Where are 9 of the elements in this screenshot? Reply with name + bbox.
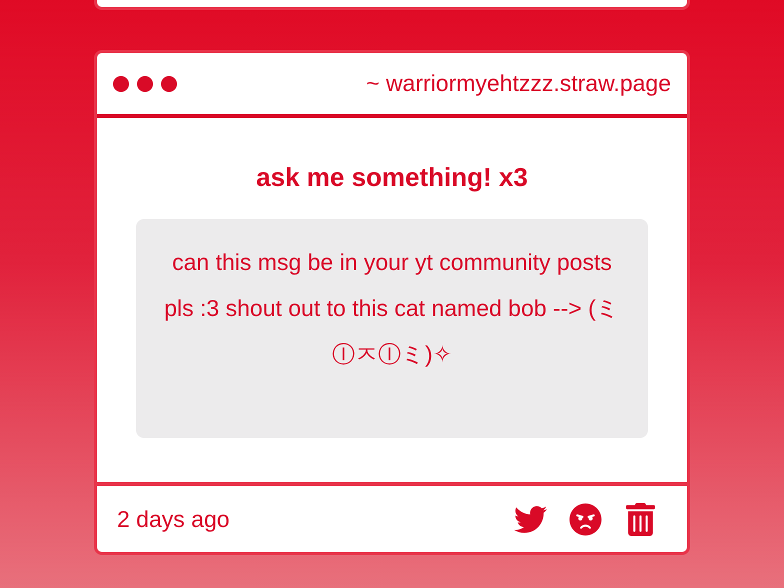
message-text: can this msg be in your yt community posts pls :3 shout out to this cat named bob --> (ミⒾㅈⒾミ)✧ <box>136 219 648 438</box>
angry-face-icon[interactable] <box>569 502 602 536</box>
post-time: 2 days ago <box>117 506 230 532</box>
trash-icon[interactable] <box>624 502 657 536</box>
site-url: ~ warriormyehtzzz.straw.page <box>366 70 671 97</box>
dot-icon <box>113 76 129 92</box>
dot-icon <box>161 76 177 92</box>
post-title: ask me something! x3 <box>256 162 528 193</box>
dot-icon <box>137 76 153 92</box>
